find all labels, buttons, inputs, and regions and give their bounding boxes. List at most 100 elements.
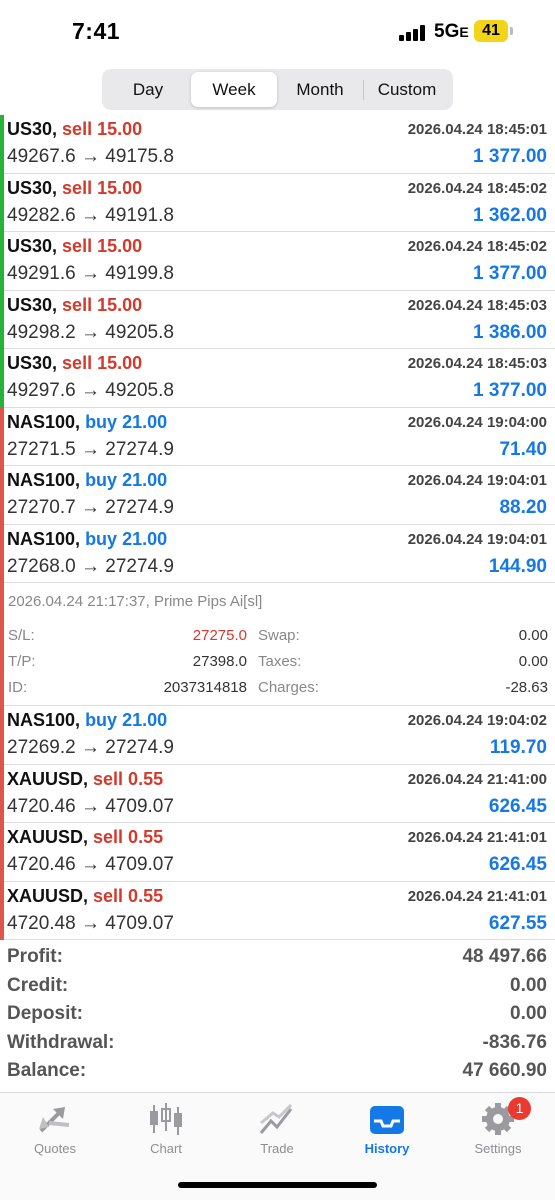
quotes-arrows-icon [39,1107,70,1133]
period-segmented-control: Day Week Month Custom [102,69,453,110]
trade-symbol: US30, sell 15.00 [7,177,143,198]
trade-symbol: NAS100, buy 21.00 [7,470,168,490]
trade-side: buy 21.00 [85,470,168,490]
tab-quotes[interactable]: Quotes [10,1101,100,1156]
trade-prices: 49282.6 → 49191.8 [7,204,174,226]
trade-profit: 144.90 [488,555,547,577]
taxes-value: 0.00 [518,653,548,670]
candlestick-icon [150,1103,182,1135]
summary-profit: Profit: 48 497.66 [7,946,547,967]
tab-day[interactable]: Day [105,72,191,107]
summary-deposit: Deposit: 0.00 [7,1003,547,1024]
trade-prices: 49291.6 → 49199.8 [7,263,174,284]
row-accent-bar [0,115,4,174]
trade-prices: 4720.46 → 4709.07 [7,795,174,817]
trade-prices: 49267.6 → 49175.8 [7,146,174,167]
trade-row[interactable]: US30, sell 15.00 2026.04.24 18:45:01 49267… [0,115,555,174]
trade-side: buy 21.00 [85,710,168,730]
id-label: ID: [8,679,28,696]
arrow-right-icon: → [80,146,100,167]
trade-side: sell 15.00 [62,353,143,373]
row-accent-bar [0,349,4,408]
tab-week[interactable]: Week [191,72,277,107]
trade-symbol: XAUUSD, sell 0.55 [7,768,164,789]
trade-symbol: XAUUSD, sell 0.55 [7,827,164,847]
trade-symbol: XAUUSD, sell 0.55 [7,885,164,906]
arrow-right-icon: → [80,380,100,401]
trade-side: sell 0.55 [93,885,164,906]
signal-strength-icon [399,25,429,41]
trade-profit: 1 362.00 [473,204,547,226]
trade-prices: 27270.7 → 27274.9 [7,497,174,518]
tab-history[interactable]: History [342,1101,432,1156]
battery-icon: 41 [474,20,508,42]
inbox-tray-icon [370,1106,404,1134]
trade-row[interactable]: XAUUSD, sell 0.55 2026.04.24 21:41:01 4720… [0,881,555,940]
row-accent-bar [0,290,4,349]
trade-side: sell 15.00 [62,119,143,139]
arrow-right-icon: → [80,795,100,817]
trade-side: buy 21.00 [85,528,168,549]
tab-month[interactable]: Month [277,72,363,107]
trade-symbol: NAS100, buy 21.00 [7,411,168,432]
trade-row[interactable]: US30, sell 15.00 2026.04.24 18:45:02 49282… [0,173,555,232]
trade-row[interactable]: NAS100, buy 21.00 2026.04.24 19:04:01 2726… [0,524,555,583]
row-accent-bar [0,466,4,525]
trade-profit: 71.40 [499,438,547,460]
row-accent-bar [0,823,4,882]
trade-profit: 626.45 [488,854,547,875]
trade-time: 2026.04.24 21:41:00 [407,770,547,788]
tp-label: T/P: [8,653,36,670]
trade-time: 2026.04.24 18:45:01 [407,121,547,138]
trade-side: sell 0.55 [93,768,164,789]
trade-time: 2026.04.24 21:41:01 [407,829,547,846]
arrow-right-icon: → [80,912,100,934]
trade-time: 2026.04.24 18:45:02 [407,179,547,197]
trade-symbol: US30, sell 15.00 [7,294,143,315]
trade-row[interactable]: XAUUSD, sell 0.55 2026.04.24 21:41:01 4720… [0,823,555,882]
trade-row[interactable]: US30, sell 15.00 2026.04.24 18:45:02 49291… [0,232,555,291]
trade-row[interactable]: XAUUSD, sell 0.55 2026.04.24 21:41:00 4720… [0,764,555,823]
trade-profit: 627.55 [488,912,547,934]
id-value: 2037314818 [163,679,247,696]
charges-label: Charges: [258,679,319,696]
arrow-right-icon: → [80,497,100,518]
trade-profit: 1 377.00 [473,146,547,167]
trade-row[interactable]: US30, sell 15.00 2026.04.24 18:45:03 49297… [0,349,555,408]
network-type: 5GE [434,21,469,42]
trade-time: 2026.04.24 19:04:01 [407,472,547,489]
row-accent-bar [0,232,4,291]
tab-trade[interactable]: Trade [232,1101,322,1156]
tab-chart[interactable]: Chart [121,1101,211,1156]
sl-label: S/L: [8,627,35,644]
trade-symbol: NAS100, buy 21.00 [7,710,168,730]
trade-row[interactable]: NAS100, buy 21.00 2026.04.24 19:04:00 2727… [0,407,555,466]
trade-time: 2026.04.24 18:45:03 [407,355,547,372]
trade-time: 2026.04.24 18:45:02 [407,238,547,255]
tab-custom[interactable]: Custom [364,72,450,107]
history-list: US30, sell 15.00 2026.04.24 18:45:01 49267… [0,115,555,940]
row-accent-bar [0,764,4,823]
trade-time: 2026.04.24 19:04:01 [407,530,547,548]
trade-row[interactable]: NAS100, buy 21.00 2026.04.24 19:04:02 2726… [0,706,555,765]
trade-side: sell 15.00 [62,236,143,256]
row-accent-bar [0,881,4,940]
trade-row[interactable]: NAS100, buy 21.00 2026.04.24 19:04:01 2727… [0,466,555,525]
trade-prices: 27271.5 → 27274.9 [7,438,174,460]
arrow-right-icon: → [80,438,100,460]
summary-withdrawal: Withdrawal: -836.76 [7,1031,547,1053]
trade-prices: 4720.46 → 4709.07 [7,854,174,875]
trade-row[interactable]: US30, sell 15.00 2026.04.24 18:45:03 49298… [0,290,555,349]
row-accent-bar [0,706,4,765]
tab-settings[interactable]: Settings 1 [453,1097,543,1156]
arrow-right-icon: → [80,555,100,577]
arrow-right-icon: → [80,204,100,226]
trade-profit: 1 377.00 [473,380,547,401]
summary-balance: Balance: 47 660.90 [7,1060,547,1081]
summary-credit: Credit: 0.00 [7,974,547,996]
arrow-right-icon: → [80,321,100,343]
trade-time: 2026.04.24 18:45:03 [407,296,547,314]
charges-value: -28.63 [505,679,548,696]
trade-time: 2026.04.24 21:41:01 [407,887,547,905]
arrow-right-icon: → [80,737,100,758]
